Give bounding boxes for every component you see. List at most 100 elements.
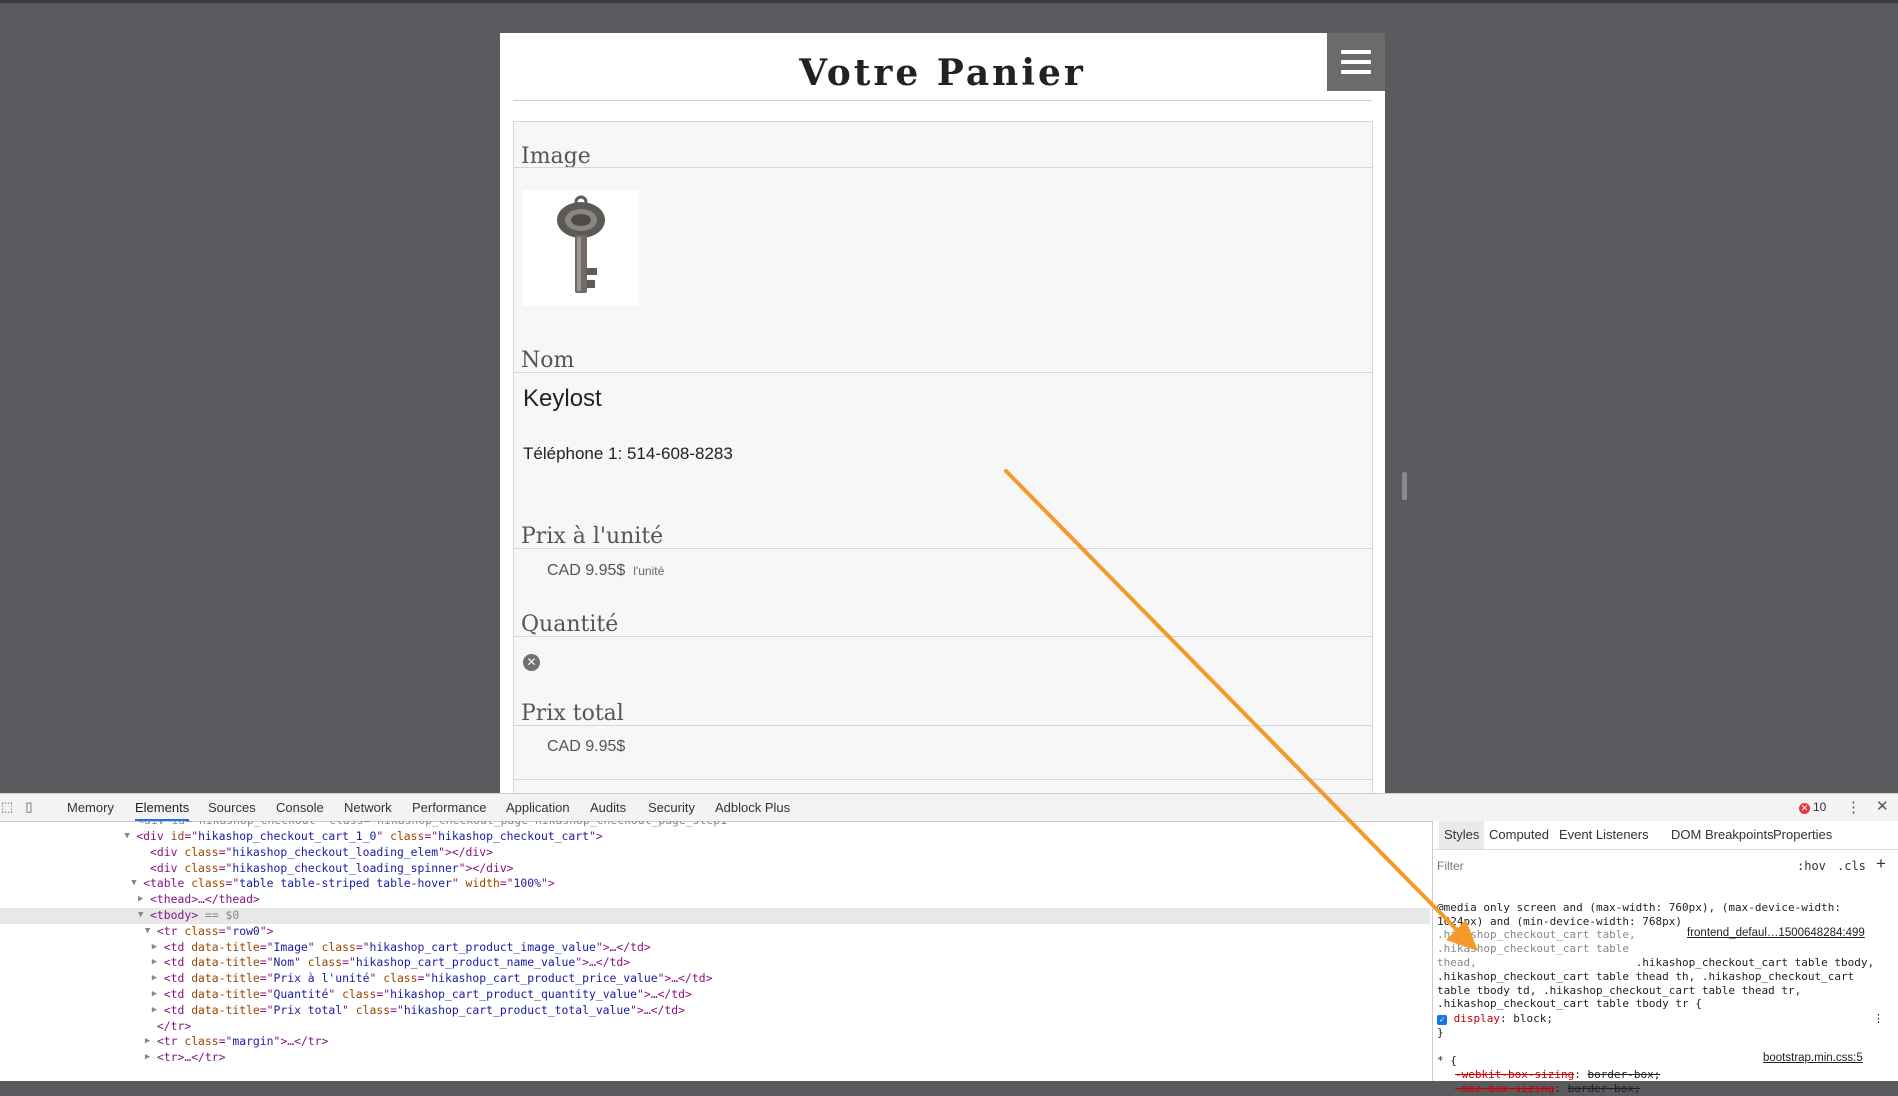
rule-more-icon[interactable]: ⋮ <box>1873 1012 1884 1026</box>
styles-tab-styles[interactable]: Styles <box>1439 821 1485 849</box>
product-name[interactable]: Keylost <box>523 385 602 413</box>
rule-close: } <box>1437 1026 1444 1039</box>
dom-node-line[interactable]: ▶ <td data-title="Prix à l'unité" class="… <box>0 971 1430 987</box>
expand-triangle-icon[interactable]: ▶ <box>152 1003 157 1019</box>
product-image[interactable] <box>523 190 639 306</box>
total-price-column-label: Prix total <box>521 701 624 726</box>
styles-tab-dom-breakpoints[interactable]: DOM Breakpoints <box>1671 821 1774 849</box>
selector-text: .hikashop_checkout_cart table .hikashop_… <box>1437 956 1874 1011</box>
product-phone: Téléphone 1: 514-608-8283 <box>523 444 733 463</box>
cart-page: Votre Panier Image Nom Keylost Téléphone… <box>500 33 1385 795</box>
row-divider <box>514 725 1372 726</box>
struck-declaration: -moz-box-sizing: border-box; <box>1455 1082 1641 1095</box>
title-divider <box>513 100 1372 101</box>
close-devtools-icon[interactable]: ✕ <box>1876 797 1889 815</box>
key-product-icon <box>557 195 605 293</box>
elements-partial-line: <div id="hikashop_checkout" class="hikas… <box>0 821 1430 829</box>
dom-node-line[interactable]: ▶ <tr class="margin">…</tr> <box>0 1034 1430 1050</box>
styles-tab-computed[interactable]: Computed <box>1489 821 1549 849</box>
tab-network[interactable]: Network <box>344 794 392 821</box>
unit-suffix: l'unité <box>633 564 665 578</box>
styles-tabs: Styles Computed Event Listeners DOM Breakpo… <box>1433 821 1898 850</box>
image-column-label: Image <box>521 144 591 169</box>
unit-price-value: CAD 9.95$ l'unité <box>547 562 664 580</box>
collapse-triangle-icon[interactable]: ▼ <box>138 908 143 924</box>
bootstrap-link[interactable]: bootstrap.min.css:5 <box>1763 1052 1863 1064</box>
new-rule-icon[interactable]: + <box>1876 854 1886 874</box>
tab-elements[interactable]: Elements <box>135 794 190 821</box>
declaration-value[interactable]: block; <box>1513 1012 1553 1025</box>
inspect-element-icon[interactable]: ⬚ <box>0 800 14 814</box>
expand-triangle-icon[interactable]: ▶ <box>152 971 157 987</box>
collapse-triangle-icon[interactable]: ▼ <box>145 924 150 940</box>
remove-circle-icon[interactable]: ✕ <box>523 654 540 671</box>
dom-node-line[interactable]: ▼ <tr class="row0"> <box>0 924 1430 940</box>
more-options-icon[interactable]: ⋮ <box>1846 798 1861 816</box>
elements-tree: <div id="hikashop_checkout" class="hikas… <box>0 821 1430 1081</box>
total-price-value: CAD 9.95$ <box>547 738 626 755</box>
browser-top-strip <box>0 0 1898 3</box>
page-title: Votre Panier <box>799 52 1086 94</box>
expand-triangle-icon[interactable]: ▶ <box>152 987 157 1003</box>
styles-tab-event-listeners[interactable]: Event Listeners <box>1559 821 1649 849</box>
error-icon: ✕ <box>1799 803 1810 814</box>
dom-node-line[interactable]: ▶ <td data-title="Prix total" class="hika… <box>0 1003 1430 1019</box>
dom-node-line[interactable]: ▼ <tbody> == $0 <box>0 908 1430 924</box>
dom-node-line[interactable]: ▶ <td data-title="Image" class="hikashop_… <box>0 940 1430 956</box>
error-counter[interactable]: ✕ 10 <box>1799 800 1826 814</box>
media-query: @media only screen and (max-width: 760px… <box>1437 901 1841 928</box>
tab-performance[interactable]: Performance <box>412 794 486 821</box>
declaration: ✓ display: block; <box>1437 1012 1553 1026</box>
expand-triangle-icon[interactable]: ▶ <box>152 955 157 971</box>
hover-state-toggle[interactable]: :hov <box>1797 859 1826 873</box>
tab-console[interactable]: Console <box>276 794 324 821</box>
collapse-triangle-icon[interactable]: ▼ <box>131 876 136 892</box>
error-count: 10 <box>1813 800 1827 814</box>
tab-application[interactable]: Application <box>506 794 570 821</box>
class-toggle[interactable]: .cls <box>1837 859 1866 873</box>
struck-property[interactable]: -webkit-box-sizing <box>1455 1068 1574 1081</box>
declaration-checkbox[interactable]: ✓ <box>1437 1015 1447 1025</box>
stylesheet-link[interactable]: frontend_defaul…1500648284:499 <box>1687 927 1865 939</box>
expand-triangle-icon[interactable]: ▶ <box>145 1034 150 1050</box>
row-divider <box>514 372 1372 373</box>
struck-value[interactable]: border-box; <box>1568 1082 1641 1095</box>
dom-node-line[interactable]: ▶ <td data-title="Nom" class="hikashop_ca… <box>0 955 1430 971</box>
expand-triangle-icon[interactable]: ▶ <box>138 892 143 908</box>
unit-price-column-label: Prix à l'unité <box>521 524 664 549</box>
declaration-property[interactable]: display <box>1454 1012 1500 1025</box>
dom-node-line[interactable]: </tr> <box>0 1019 1430 1035</box>
tab-security[interactable]: Security <box>648 794 695 821</box>
tab-memory[interactable]: Memory <box>67 794 114 821</box>
dom-node-line[interactable]: ▶ <thead>…</thead> <box>0 892 1430 908</box>
tab-audits[interactable]: Audits <box>590 794 626 821</box>
devtools-tabbar: ⬚ ▯ Memory Elements Sources Console Network P… <box>0 794 1898 822</box>
dom-node-line[interactable]: ▶ <td data-title="Quantité" class="hikash… <box>0 987 1430 1003</box>
dom-node-line[interactable]: ▼ <table class="table table-striped table… <box>0 876 1430 892</box>
tab-adblock-plus[interactable]: Adblock Plus <box>715 794 790 821</box>
row-divider <box>514 779 1372 780</box>
row-divider <box>514 167 1372 168</box>
styles-filter-input[interactable]: Filter <box>1437 859 1464 873</box>
devtools-panel: ⬚ ▯ Memory Elements Sources Console Network P… <box>0 793 1898 1095</box>
expand-triangle-icon[interactable]: ▶ <box>145 1050 150 1066</box>
struck-property[interactable]: -moz-box-sizing <box>1455 1082 1554 1095</box>
tab-sources[interactable]: Sources <box>208 794 256 821</box>
device-toolbar-icon[interactable]: ▯ <box>22 800 36 814</box>
collapse-triangle-icon[interactable]: ▼ <box>124 829 129 845</box>
dom-node-line[interactable]: ▶ <tr>…</tr> <box>0 1050 1430 1066</box>
hamburger-menu-icon[interactable] <box>1327 33 1385 91</box>
expand-triangle-icon[interactable]: ▶ <box>152 940 157 956</box>
styles-tab-properties[interactable]: Properties <box>1773 821 1832 849</box>
dom-node-line[interactable]: <div class="hikashop_checkout_loading_sp… <box>0 861 1430 877</box>
quantity-column-label: Quantité <box>521 612 619 637</box>
dom-node-line[interactable]: ▼ <div id="hikashop_checkout_cart_1_0" cl… <box>0 829 1430 845</box>
page-scroll-handle[interactable] <box>1402 472 1407 500</box>
row-divider <box>514 548 1372 549</box>
row-divider <box>514 636 1372 637</box>
dom-node-line[interactable]: <div class="hikashop_checkout_loading_el… <box>0 845 1430 861</box>
struck-value[interactable]: border-box; <box>1587 1068 1660 1081</box>
unit-price-amount: CAD 9.95$ <box>547 562 626 579</box>
cart-table: Image Nom Keylost Téléphone 1: 514-608-8… <box>513 121 1373 795</box>
styles-pane: Styles Computed Event Listeners DOM Breakpo… <box>1432 821 1898 1095</box>
